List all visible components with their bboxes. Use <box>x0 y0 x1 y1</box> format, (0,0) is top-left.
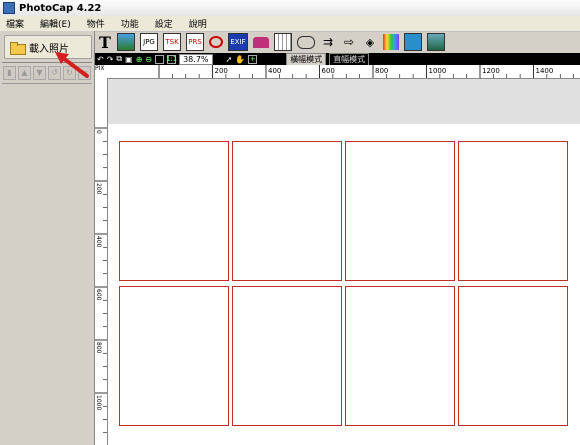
ruler-label: 400 <box>95 236 102 248</box>
ruler-label: 200 <box>95 183 102 195</box>
text-tool-icon[interactable]: T <box>98 33 112 52</box>
folder-open-icon <box>10 41 26 55</box>
ruler-label: 1000 <box>95 395 102 410</box>
menu-function[interactable]: 功能 <box>121 17 139 30</box>
main-toolbar: T JPG TSK PRS EXIF ⇉ ⇨ ◈ <box>95 31 580 53</box>
zoom-in-icon[interactable]: ⊕ <box>136 55 143 64</box>
view-toolbar: ↶ ↷ ⧉ ▣ ⊕ ⊖ 1:1 38.7% ➚ ✋ + 橫幅模式 直幅模式 <box>95 52 580 66</box>
monitor-icon[interactable] <box>404 33 422 51</box>
horizontal-ruler: 2004006008001000120014001600 <box>107 65 580 79</box>
move-up-icon[interactable]: ▲ <box>18 66 31 80</box>
palette-icon[interactable] <box>383 34 399 50</box>
arrows-icon[interactable]: ⇉ <box>320 34 336 50</box>
ruler-label: 400 <box>268 67 281 75</box>
move-down-icon[interactable]: ▼ <box>33 66 46 80</box>
undo-icon[interactable]: ↶ <box>97 55 104 64</box>
ruler-label: 1000 <box>429 67 447 75</box>
ruler-label: 0 <box>95 130 102 134</box>
menu-help[interactable]: 說明 <box>189 17 207 30</box>
photo-frame[interactable] <box>119 141 229 281</box>
ruler-label: 600 <box>95 289 102 301</box>
zoom-level[interactable]: 38.7% <box>179 53 213 65</box>
canvas-margin <box>108 79 580 124</box>
ruler-label: 800 <box>95 342 102 354</box>
photo-list[interactable] <box>2 83 92 444</box>
menu-bar: 檔案 編輯(E) 物件 功能 設定 說明 <box>0 16 580 32</box>
app-icon <box>3 2 15 14</box>
calendar-icon[interactable] <box>274 33 292 51</box>
menu-edit[interactable]: 編輯(E) <box>40 17 71 30</box>
hand-icon[interactable]: ✋ <box>235 55 245 64</box>
menu-settings[interactable]: 設定 <box>155 17 173 30</box>
photo-frame[interactable] <box>232 141 342 281</box>
photo-frame[interactable] <box>458 141 568 281</box>
title-bar: PhotoCap 4.22 <box>0 0 580 17</box>
tsk-icon[interactable]: TSK <box>163 33 181 51</box>
ruler-label: 1200 <box>482 67 500 75</box>
exif-icon[interactable]: EXIF <box>228 33 248 51</box>
jpg-icon[interactable]: JPG <box>140 33 158 51</box>
trash-icon[interactable]: ▮ <box>3 66 16 80</box>
window-title: PhotoCap 4.22 <box>19 2 102 14</box>
copy-icon[interactable]: ⧉ <box>116 54 122 64</box>
prs-icon[interactable]: PRS <box>186 33 204 51</box>
photo-frame[interactable] <box>119 286 229 426</box>
redo-icon[interactable]: ↷ <box>107 55 114 64</box>
ruler-label: 1400 <box>536 67 554 75</box>
portrait-mode-button[interactable]: 直幅模式 <box>329 52 370 66</box>
photo-frame[interactable] <box>345 286 455 426</box>
arrow-right-icon[interactable]: ⇨ <box>341 34 357 50</box>
image-icon[interactable] <box>117 33 135 51</box>
photo-frame[interactable] <box>458 286 568 426</box>
vertical-ruler: 0 200 400 600 800 1000 <box>95 78 108 445</box>
ruler-label: 200 <box>215 67 228 75</box>
zoom-out-icon[interactable]: ⊖ <box>145 55 152 64</box>
fit-page-icon[interactable] <box>155 54 165 64</box>
cursor-icon[interactable]: ➚ <box>226 55 233 64</box>
menu-object[interactable]: 物件 <box>87 17 105 30</box>
add-icon[interactable]: + <box>248 54 258 64</box>
photo-frame[interactable] <box>232 286 342 426</box>
clock-icon[interactable] <box>209 36 223 48</box>
actual-size-icon[interactable]: 1:1 <box>166 54 177 64</box>
menu-file[interactable]: 檔案 <box>6 17 24 30</box>
ruler-label: 600 <box>322 67 335 75</box>
speech-icon[interactable] <box>297 35 315 49</box>
layout-canvas[interactable] <box>108 79 580 445</box>
paste-icon[interactable]: ▣ <box>125 55 133 64</box>
photo-panel: 載入照片 ▮ ▲ ▼ ↺ ↻ ⇆ <box>0 31 95 445</box>
ruler-label: 800 <box>375 67 388 75</box>
cake-icon[interactable] <box>253 36 269 48</box>
shapes-icon[interactable]: ◈ <box>362 34 378 50</box>
pointer-arrow-icon <box>55 52 89 78</box>
landscape-mode-button[interactable]: 橫幅模式 <box>286 52 327 66</box>
photo-frame[interactable] <box>345 141 455 281</box>
photo-icon[interactable] <box>427 33 445 51</box>
